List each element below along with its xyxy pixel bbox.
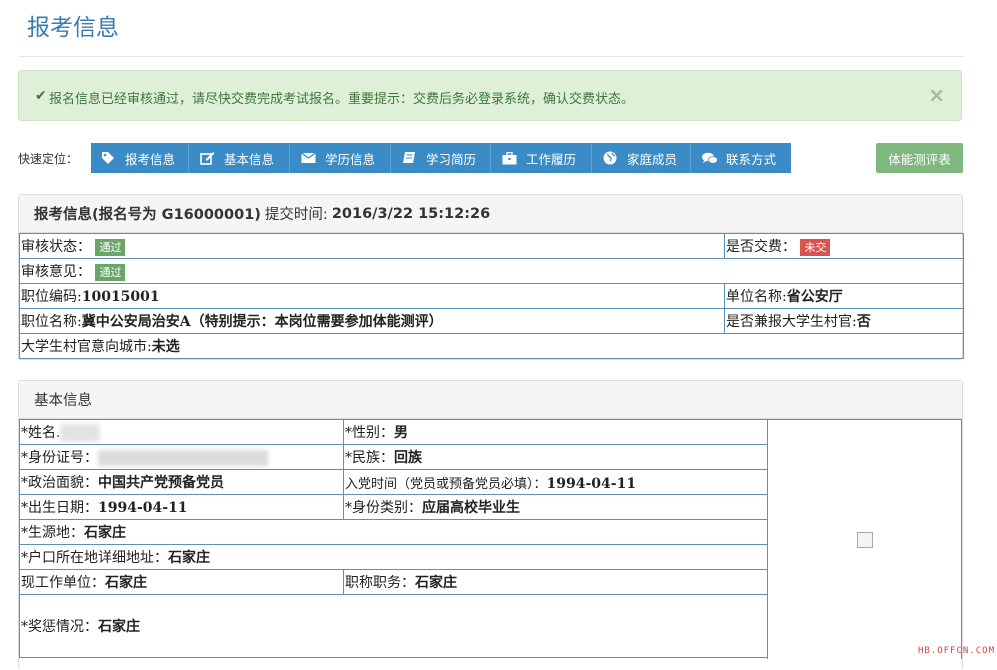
nav-label: 报考信息 xyxy=(125,151,176,167)
village-city: 未选 xyxy=(151,339,180,355)
basic-info-panel: 基本信息 *姓名. *性别：男 *身份证号： *民族：回族 *政治面貌：中国共产… xyxy=(18,380,963,670)
redacted-name xyxy=(60,424,101,442)
watermark: HB.OFFCN.COM xyxy=(917,646,995,656)
ethnicity: 回族 xyxy=(394,450,422,466)
unit-name: 省公安厅 xyxy=(786,289,843,305)
redacted-id-number xyxy=(98,450,268,466)
paid-label: 是否交费： xyxy=(726,239,796,255)
work-unit: 石家庄 xyxy=(105,575,147,591)
globe-icon xyxy=(603,151,619,165)
basic-info-table: *姓名. *性别：男 *身份证号： *民族：回族 *政治面貌：中国共产党预备党员… xyxy=(19,419,768,658)
job-title: 石家庄 xyxy=(415,575,457,591)
check-icon: ✔ xyxy=(35,88,47,104)
address-label: *户口所在地详细地址： xyxy=(21,550,168,566)
gender-label: *性别： xyxy=(345,425,394,441)
success-alert: ✔ 报名信息已经审核通过，请尽快交费完成考试报名。重要提示：交费后务必登录系统，… xyxy=(18,70,962,121)
review-status-badge: 通过 xyxy=(95,238,126,256)
book-icon xyxy=(402,151,418,165)
identity-type: 应届高校毕业生 xyxy=(422,500,520,516)
nav-label: 学历信息 xyxy=(325,151,376,167)
position-name: 冀中公安局治安A（特别提示：本岗位需要参加体能测评） xyxy=(81,314,443,330)
position-name-label: 职位名称: xyxy=(21,314,82,330)
position-code: 10015001 xyxy=(81,289,160,305)
gender: 男 xyxy=(394,425,408,441)
nav-application-info[interactable]: 报考信息 xyxy=(91,143,189,173)
id-number-label: *身份证号： xyxy=(21,450,98,466)
birth-label: *出生日期： xyxy=(21,500,98,516)
table-row: 现工作单位：石家庄 职称职务：石家庄 xyxy=(19,569,768,595)
edit-icon xyxy=(200,151,216,165)
application-info-panel: 报考信息(报名号为 G16000001) 提交时间: 2016/3/22 15:… xyxy=(18,194,964,360)
political-status: 中国共产党预备党员 xyxy=(98,475,224,491)
table-row: *身份证号： *民族：回族 xyxy=(19,444,768,470)
review-opinion-badge: 通过 xyxy=(95,263,126,281)
political-label: *政治面貌： xyxy=(21,475,98,491)
nav-work-history[interactable]: 工作履历 xyxy=(491,143,592,173)
quick-nav: 报考信息 基本信息 学历信息 学习简历 工作履历 家庭成员 联系方式 xyxy=(91,143,791,173)
envelope-icon xyxy=(301,152,317,164)
village-official-label: 是否兼报大学生村官: xyxy=(726,314,857,330)
unit-name-label: 单位名称: xyxy=(726,289,787,305)
table-row: *户口所在地详细地址：石家庄 xyxy=(19,544,768,570)
table-row: *生源地：石家庄 xyxy=(19,519,768,545)
comments-icon xyxy=(702,152,718,165)
nav-study-resume[interactable]: 学习简历 xyxy=(391,143,491,173)
submit-time: 2016/3/22 15:12:26 xyxy=(331,205,491,222)
origin: 石家庄 xyxy=(84,525,126,541)
nav-label: 基本信息 xyxy=(224,151,275,167)
title-divider xyxy=(18,56,964,57)
application-panel-header: 报考信息(报名号为 G16000001) 提交时间: 2016/3/22 15:… xyxy=(19,195,962,233)
application-panel-title: 报考信息(报名号为 G16000001) xyxy=(34,207,261,223)
village-official: 否 xyxy=(856,314,871,330)
nav-basic-info[interactable]: 基本信息 xyxy=(189,143,290,173)
review-status-label: 审核状态： xyxy=(21,239,91,255)
review-opinion-label: 审核意见： xyxy=(21,264,91,280)
basic-panel-title: 基本信息 xyxy=(34,393,92,409)
tag-icon xyxy=(101,151,117,165)
nav-contact-info[interactable]: 联系方式 xyxy=(691,143,791,173)
table-row: 大学生村官意向城市:未选 xyxy=(19,333,964,359)
fitness-evaluation-button[interactable]: 体能测评表 xyxy=(876,143,963,173)
close-icon[interactable]: × xyxy=(928,83,945,107)
table-row: *政治面貌：中国共产党预备党员 入党时间（党员或预备党员必填）：1994-04-… xyxy=(19,469,768,495)
awards-label: *奖惩情况： xyxy=(21,619,98,635)
nav-education-info[interactable]: 学历信息 xyxy=(290,143,391,173)
application-info-table: 审核状态： 通过 是否交费： 未交 审核意见： 通过 职位编码:10015001… xyxy=(19,233,964,359)
nav-label: 联系方式 xyxy=(726,151,777,167)
identity-type-label: *身份类别： xyxy=(345,500,422,516)
work-unit-label: 现工作单位： xyxy=(21,575,105,591)
table-row: 审核状态： 通过 是否交费： 未交 xyxy=(19,233,964,259)
submit-time-label: 提交时间: xyxy=(264,207,328,223)
nav-family-members[interactable]: 家庭成员 xyxy=(592,143,691,173)
name-label: *姓名. xyxy=(21,425,61,441)
page-title: 报考信息 xyxy=(27,15,119,41)
table-row: *姓名. *性别：男 xyxy=(19,419,768,445)
table-row: 职位编码:10015001 单位名称:省公安厅 xyxy=(19,283,964,309)
birth-date: 1994-04-11 xyxy=(98,500,188,516)
job-title-label: 职称职务： xyxy=(345,575,415,591)
position-code-label: 职位编码: xyxy=(21,289,82,305)
ethnicity-label: *民族： xyxy=(345,450,394,466)
photo-placeholder-icon xyxy=(856,531,873,548)
origin-label: *生源地： xyxy=(21,525,84,541)
table-row: *奖惩情况：石家庄 xyxy=(19,594,768,658)
nav-label: 工作履历 xyxy=(526,151,577,167)
party-date: 1994-04-11 xyxy=(546,475,637,492)
address: 石家庄 xyxy=(168,550,210,566)
nav-label: 学习简历 xyxy=(426,151,477,167)
table-row: *出生日期：1994-04-11 *身份类别：应届高校毕业生 xyxy=(19,494,768,520)
quick-nav-label: 快速定位： xyxy=(18,152,79,166)
photo-cell xyxy=(767,419,962,659)
briefcase-icon xyxy=(502,151,518,165)
awards: 石家庄 xyxy=(98,619,140,635)
paid-status-badge: 未交 xyxy=(800,238,831,256)
village-city-label: 大学生村官意向城市: xyxy=(21,339,152,355)
nav-label: 家庭成员 xyxy=(627,151,678,167)
basic-panel-header: 基本信息 xyxy=(19,381,962,419)
alert-message: 报名信息已经审核通过，请尽快交费完成考试报名。重要提示：交费后务必登录系统，确认… xyxy=(49,92,635,107)
party-date-label: 入党时间（党员或预备党员必填）： xyxy=(345,476,547,492)
table-row: 职位名称:冀中公安局治安A（特别提示：本岗位需要参加体能测评） 是否兼报大学生村… xyxy=(19,308,964,334)
table-row: 审核意见： 通过 xyxy=(19,258,964,284)
